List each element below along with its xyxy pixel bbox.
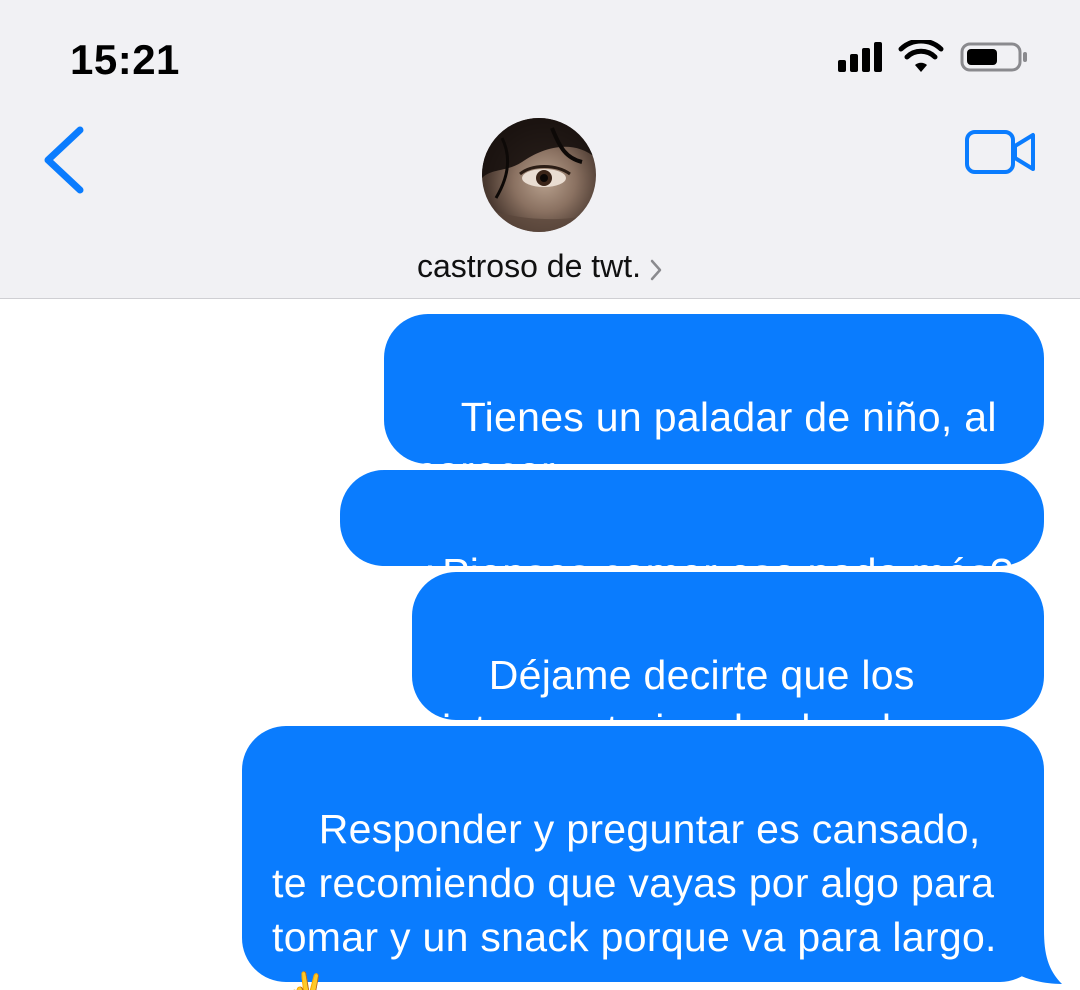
chevron-left-icon: [44, 126, 84, 194]
message-bubble-sent[interactable]: Déjame decirte que los interrogatorios d…: [412, 572, 1044, 752]
back-button[interactable]: [36, 124, 92, 196]
video-camera-icon: [965, 130, 1015, 174]
messages-screen: 15:21 castroso de twt. Tienes un paladar…: [0, 0, 1080, 990]
contact-name: castroso de twt.: [416, 248, 642, 284]
status-time: 15:21: [70, 36, 180, 83]
chevron-right-icon: [650, 259, 662, 281]
bubble-tail: [1000, 930, 1062, 984]
message-text: Responder y preguntar es cansado, te rec…: [272, 806, 1006, 960]
message-bubble-sent[interactable]: Tienes un paladar de niño, al parecer.: [384, 314, 1044, 494]
contact-avatar[interactable]: [482, 118, 596, 232]
victory-hand-emoji: ✌️: [280, 974, 330, 990]
avatar-photo: [482, 118, 596, 232]
message-bubble-sent[interactable]: ¿Piensas comer eso nada más?: [340, 470, 1044, 596]
cellular-signal-icon: [838, 42, 886, 72]
facetime-video-button[interactable]: [964, 128, 1038, 176]
conversation-header: 15:21 castroso de twt.: [0, 0, 1080, 299]
wifi-icon: [898, 40, 944, 72]
battery-icon: [960, 42, 1027, 72]
contact-name-row[interactable]: castroso de twt.: [0, 248, 1080, 285]
message-bubble-sent[interactable]: Responder y preguntar es cansado, te rec…: [242, 726, 1044, 990]
